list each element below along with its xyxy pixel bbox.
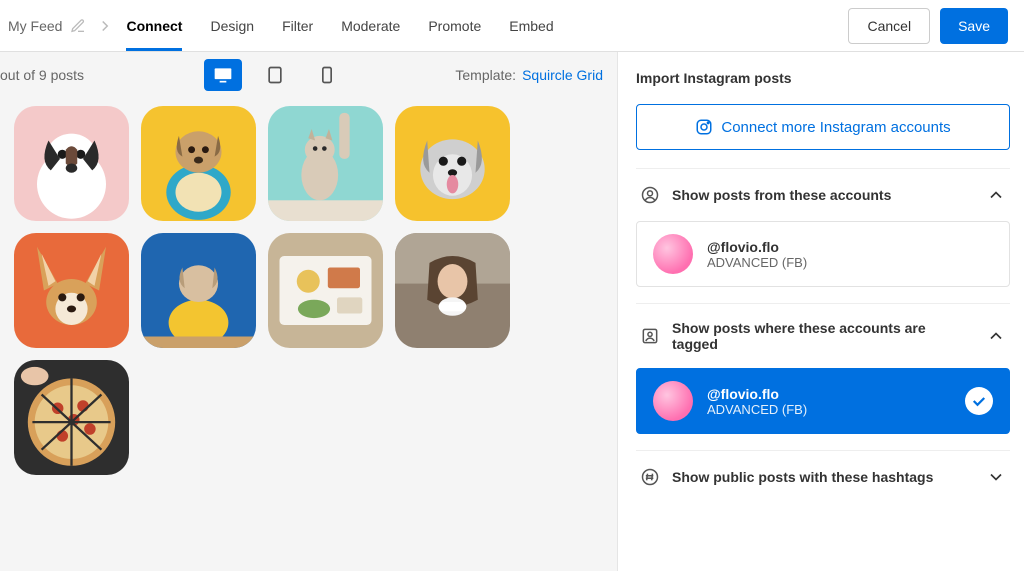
chevron-right-icon [96,17,114,35]
device-tablet-button[interactable] [256,59,294,91]
account-subtitle: ADVANCED (FB) [707,402,951,417]
feed-name-wrap: My Feed [8,18,86,34]
tab-connect[interactable]: Connect [126,0,182,51]
account-handle: @flovio.flo [707,239,993,255]
check-icon [970,392,988,410]
section-header-hashtags[interactable]: Show public posts with these hashtags [636,450,1010,503]
instagram-icon [695,118,713,136]
main: out of 9 posts Template: Squircle Grid [0,52,1024,571]
cancel-button[interactable]: Cancel [848,8,930,44]
preview-toolbar: out of 9 posts Template: Squircle Grid [0,52,603,98]
avatar [653,381,693,421]
tab-promote[interactable]: Promote [428,0,481,51]
tablet-icon [265,65,285,85]
tab-design[interactable]: Design [210,0,254,51]
account-subtitle: ADVANCED (FB) [707,255,993,270]
device-toggles [204,59,346,91]
pencil-icon[interactable] [70,18,86,34]
avatar [653,234,693,274]
section-header-tagged[interactable]: Show posts where these accounts are tagg… [636,303,1010,368]
save-button[interactable]: Save [940,8,1008,44]
grid-tile[interactable] [268,106,383,221]
image-grid [0,98,603,475]
desktop-icon [213,65,233,85]
post-count: out of 9 posts [0,67,84,83]
check-badge [965,387,993,415]
user-tag-icon [640,326,660,346]
grid-tile[interactable] [395,106,510,221]
device-mobile-button[interactable] [308,59,346,91]
grid-tile[interactable] [14,233,129,348]
tabs: Connect Design Filter Moderate Promote E… [126,0,553,51]
account-info: @flovio.flo ADVANCED (FB) [707,239,993,270]
grid-tile[interactable] [141,233,256,348]
device-desktop-button[interactable] [204,59,242,91]
connect-label: Connect more Instagram accounts [721,119,950,136]
template-label-wrap: Template: Squircle Grid [455,67,603,83]
account-card[interactable]: @flovio.flo ADVANCED (FB) [636,221,1010,287]
grid-tile[interactable] [14,106,129,221]
tab-filter[interactable]: Filter [282,0,313,51]
sidebar-title: Import Instagram posts [636,70,1010,86]
account-card-selected[interactable]: @flovio.flo ADVANCED (FB) [636,368,1010,434]
feed-name: My Feed [8,18,62,34]
chevron-down-icon [986,467,1006,487]
section-title: Show public posts with these hashtags [672,469,974,485]
section-title: Show posts from these accounts [672,187,974,203]
connect-instagram-button[interactable]: Connect more Instagram accounts [636,104,1010,150]
section-title: Show posts where these accounts are tagg… [672,320,974,352]
mobile-icon [317,65,337,85]
topbar: My Feed Connect Design Filter Moderate P… [0,0,1024,52]
grid-tile[interactable] [395,233,510,348]
chevron-up-icon [986,326,1006,346]
chevron-up-icon [986,185,1006,205]
section-header-accounts[interactable]: Show posts from these accounts [636,168,1010,221]
grid-tile[interactable] [141,106,256,221]
account-handle: @flovio.flo [707,386,951,402]
template-label: Template: [455,67,516,83]
preview-panel: out of 9 posts Template: Squircle Grid [0,52,618,571]
template-name[interactable]: Squircle Grid [522,67,603,83]
user-circle-icon [640,185,660,205]
hashtag-circle-icon [640,467,660,487]
tab-embed[interactable]: Embed [509,0,553,51]
tab-moderate[interactable]: Moderate [341,0,400,51]
grid-tile[interactable] [14,360,129,475]
grid-tile[interactable] [268,233,383,348]
account-info: @flovio.flo ADVANCED (FB) [707,386,951,417]
sidebar-panel: Import Instagram posts Connect more Inst… [618,52,1024,571]
